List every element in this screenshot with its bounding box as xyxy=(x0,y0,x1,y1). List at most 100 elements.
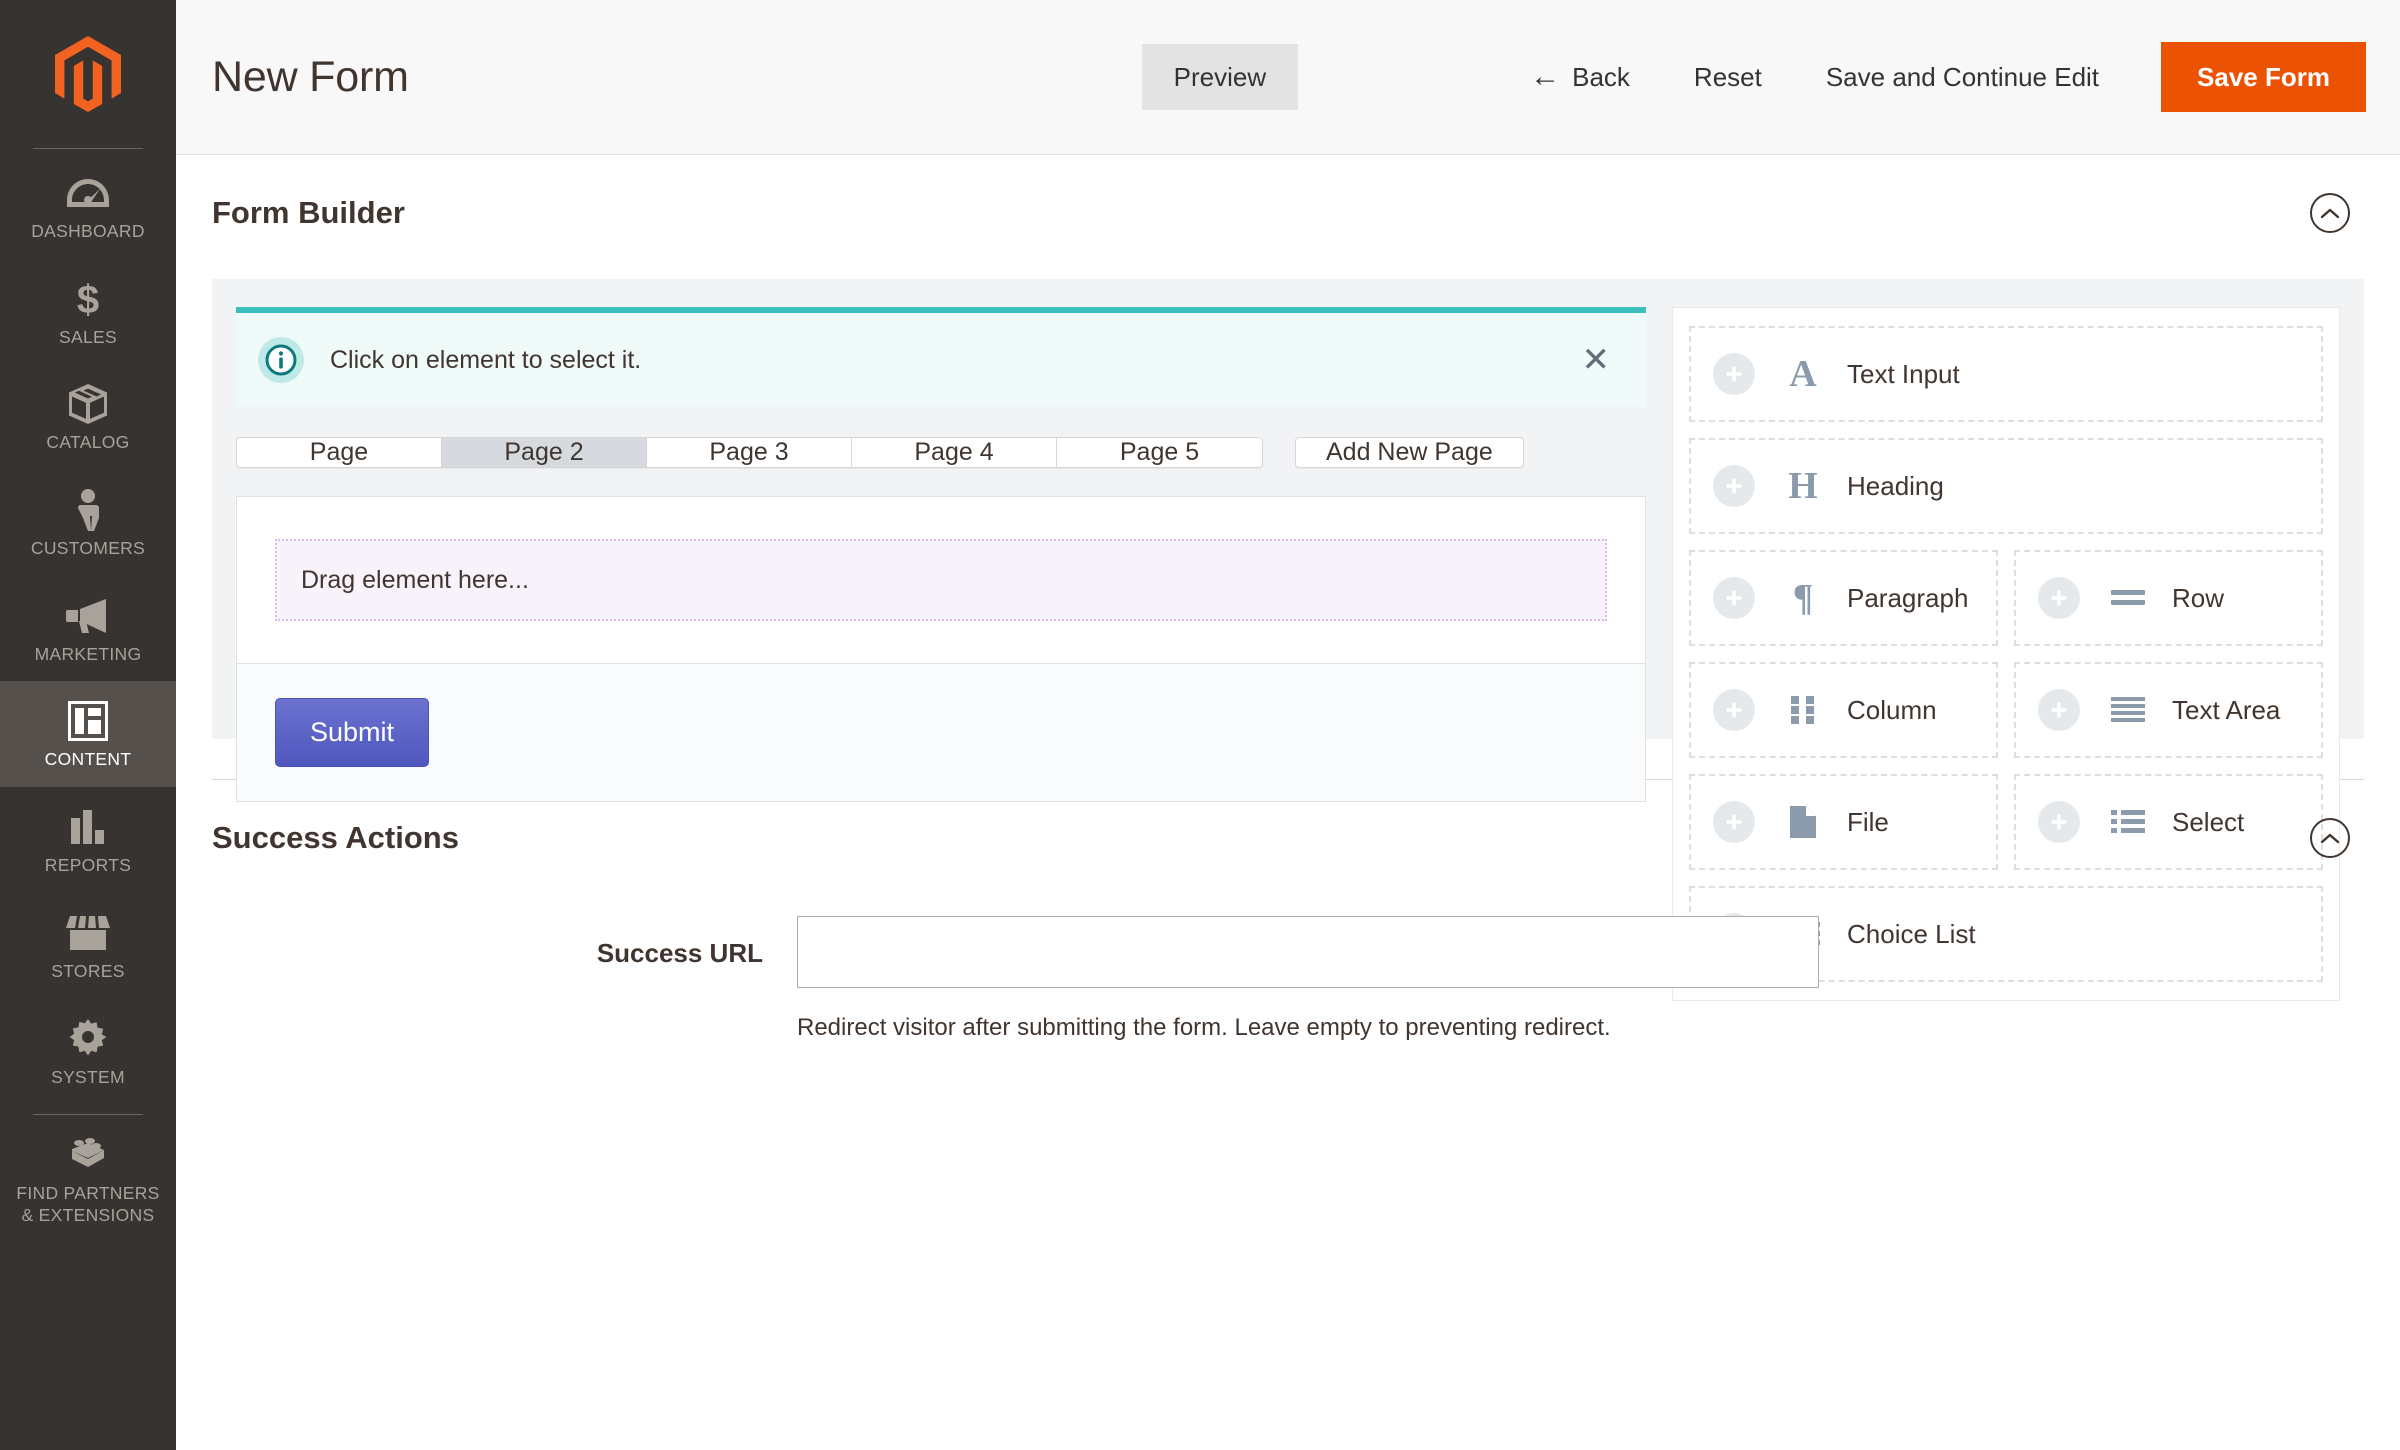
sidebar-item-label: SALES xyxy=(59,327,117,349)
header-actions: Preview ← Back Reset Save and Continue E… xyxy=(1142,42,2366,112)
success-url-note: Redirect visitor after submitting the fo… xyxy=(797,1014,1819,1042)
sidebar-nav-list: DASHBOARD $ SALES CATALOG CUSTOMERS MARK… xyxy=(0,153,176,1104)
sidebar-item-label: REPORTS xyxy=(45,855,131,877)
sidebar-item-find-partners[interactable]: FIND PARTNERS & EXTENSIONS xyxy=(0,1115,176,1242)
sidebar-item-catalog[interactable]: CATALOG xyxy=(0,364,176,470)
sidebar-item-label: SYSTEM xyxy=(51,1067,125,1089)
sidebar-item-label: MARKETING xyxy=(35,644,142,666)
dollar-sign-icon: $ xyxy=(75,277,101,321)
back-button-label: Back xyxy=(1572,64,1630,90)
palette-item-heading[interactable]: H Heading xyxy=(1689,438,2323,534)
success-url-label: Success URL xyxy=(212,916,797,969)
plus-circle-icon xyxy=(1713,577,1755,619)
back-button[interactable]: ← Back xyxy=(1498,42,1662,112)
reset-button[interactable]: Reset xyxy=(1662,44,1794,110)
layout-blocks-icon xyxy=(68,699,108,743)
svg-text:$: $ xyxy=(77,278,99,320)
palette-item-column[interactable]: Column xyxy=(1689,662,1998,758)
close-icon[interactable]: ✕ xyxy=(1574,339,1619,381)
page-tab-2[interactable]: Page 2 xyxy=(442,438,647,467)
main-content: New Form Preview ← Back Reset Save and C… xyxy=(176,0,2400,1450)
palette-item-row[interactable]: Row xyxy=(2014,550,2323,646)
palette-row: ¶ Paragraph Row xyxy=(1689,550,2323,646)
bar-chart-icon xyxy=(69,805,107,849)
sidebar-item-dashboard[interactable]: DASHBOARD xyxy=(0,153,176,259)
palette-row: A Text Input xyxy=(1689,326,2323,422)
plus-circle-icon xyxy=(2038,801,2080,843)
palette-item-paragraph[interactable]: ¶ Paragraph xyxy=(1689,550,1998,646)
page-title: New Form xyxy=(212,53,409,102)
add-new-page-button[interactable]: Add New Page xyxy=(1295,437,1524,468)
back-arrow-icon: ← xyxy=(1530,62,1560,92)
chevron-up-icon xyxy=(2320,832,2340,844)
sidebar-item-label: CONTENT xyxy=(45,749,132,771)
palette-item-file[interactable]: File xyxy=(1689,774,1998,870)
palette-item-label: Column xyxy=(1847,695,1937,726)
page-tab-5[interactable]: Page 5 xyxy=(1057,438,1262,467)
select-list-icon xyxy=(2100,809,2156,835)
palette-item-select[interactable]: Select xyxy=(2014,774,2323,870)
magento-logo[interactable] xyxy=(0,0,176,148)
form-builder-canvas-column: Click on element to select it. ✕ Page Pa… xyxy=(236,307,1646,703)
info-notice: Click on element to select it. ✕ xyxy=(236,307,1646,407)
sidebar-item-label: STORES xyxy=(51,961,124,983)
palette-item-label: Heading xyxy=(1847,471,1944,502)
palette-item-label: File xyxy=(1847,807,1889,838)
dropzone[interactable]: Drag element here... xyxy=(275,539,1607,621)
save-and-continue-edit-button[interactable]: Save and Continue Edit xyxy=(1794,44,2131,110)
sidebar-item-label: CUSTOMERS xyxy=(31,538,145,560)
sidebar-item-reports[interactable]: REPORTS xyxy=(0,787,176,893)
form-builder-workspace: Click on element to select it. ✕ Page Pa… xyxy=(212,279,2364,739)
sidebar-divider-top xyxy=(33,148,143,149)
sidebar-item-content[interactable]: CONTENT xyxy=(0,681,176,787)
sidebar-item-stores[interactable]: STORES xyxy=(0,893,176,999)
palette-row: H Heading xyxy=(1689,438,2323,534)
palette-row: File Select xyxy=(1689,774,2323,870)
save-form-button[interactable]: Save Form xyxy=(2161,42,2366,112)
palette-row: Column Text Area xyxy=(1689,662,2323,758)
palette-item-label: Choice List xyxy=(1847,919,1976,950)
form-builder-section-header: Form Builder xyxy=(212,155,2364,233)
success-actions-collapse-button[interactable] xyxy=(2310,818,2350,858)
form-builder-collapse-button[interactable] xyxy=(2310,193,2350,233)
lego-brick-icon xyxy=(66,1133,110,1177)
sidebar-item-label: CATALOG xyxy=(46,432,129,454)
palette-item-text-area[interactable]: Text Area xyxy=(2014,662,2323,758)
sidebar-item-marketing[interactable]: MARKETING xyxy=(0,576,176,682)
element-palette: A Text Input H Heading xyxy=(1672,307,2340,1001)
page-header: New Form Preview ← Back Reset Save and C… xyxy=(176,0,2400,155)
form-canvas: Drag element here... Submit xyxy=(236,496,1646,802)
form-canvas-footer: Submit xyxy=(237,663,1645,801)
megaphone-icon xyxy=(66,594,110,638)
sidebar-item-sales[interactable]: $ SALES xyxy=(0,259,176,365)
palette-item-label: Row xyxy=(2172,583,2224,614)
admin-sidebar: DASHBOARD $ SALES CATALOG CUSTOMERS MARK… xyxy=(0,0,176,1450)
dropzone-label: Drag element here... xyxy=(301,566,529,595)
palette-item-text-input[interactable]: A Text Input xyxy=(1689,326,2323,422)
preview-button[interactable]: Preview xyxy=(1142,44,1298,110)
gear-icon xyxy=(68,1017,108,1061)
plus-circle-icon xyxy=(2038,689,2080,731)
dashboard-gauge-icon xyxy=(67,171,109,215)
success-url-input[interactable] xyxy=(797,916,1819,988)
page-tab-4[interactable]: Page 4 xyxy=(852,438,1057,467)
info-notice-text: Click on element to select it. xyxy=(330,346,641,375)
success-actions-title: Success Actions xyxy=(212,820,459,856)
plus-circle-icon xyxy=(1713,465,1755,507)
palette-item-label: Select xyxy=(2172,807,2244,838)
page-tab-1[interactable]: Page xyxy=(237,438,442,467)
success-url-control: Redirect visitor after submitting the fo… xyxy=(797,916,1819,1042)
form-builder-title: Form Builder xyxy=(212,195,405,231)
info-circle-icon xyxy=(258,337,304,383)
text-input-icon: A xyxy=(1775,355,1831,393)
form-builder-section: Form Builder xyxy=(176,155,2400,233)
sidebar-item-customers[interactable]: CUSTOMERS xyxy=(0,470,176,576)
heading-icon: H xyxy=(1775,467,1831,505)
column-icon xyxy=(1775,695,1831,725)
page-tab-3[interactable]: Page 3 xyxy=(647,438,852,467)
submit-button[interactable]: Submit xyxy=(275,698,429,767)
file-icon xyxy=(1775,806,1831,838)
plus-circle-icon xyxy=(1713,689,1755,731)
plus-circle-icon xyxy=(2038,577,2080,619)
sidebar-item-system[interactable]: SYSTEM xyxy=(0,999,176,1105)
